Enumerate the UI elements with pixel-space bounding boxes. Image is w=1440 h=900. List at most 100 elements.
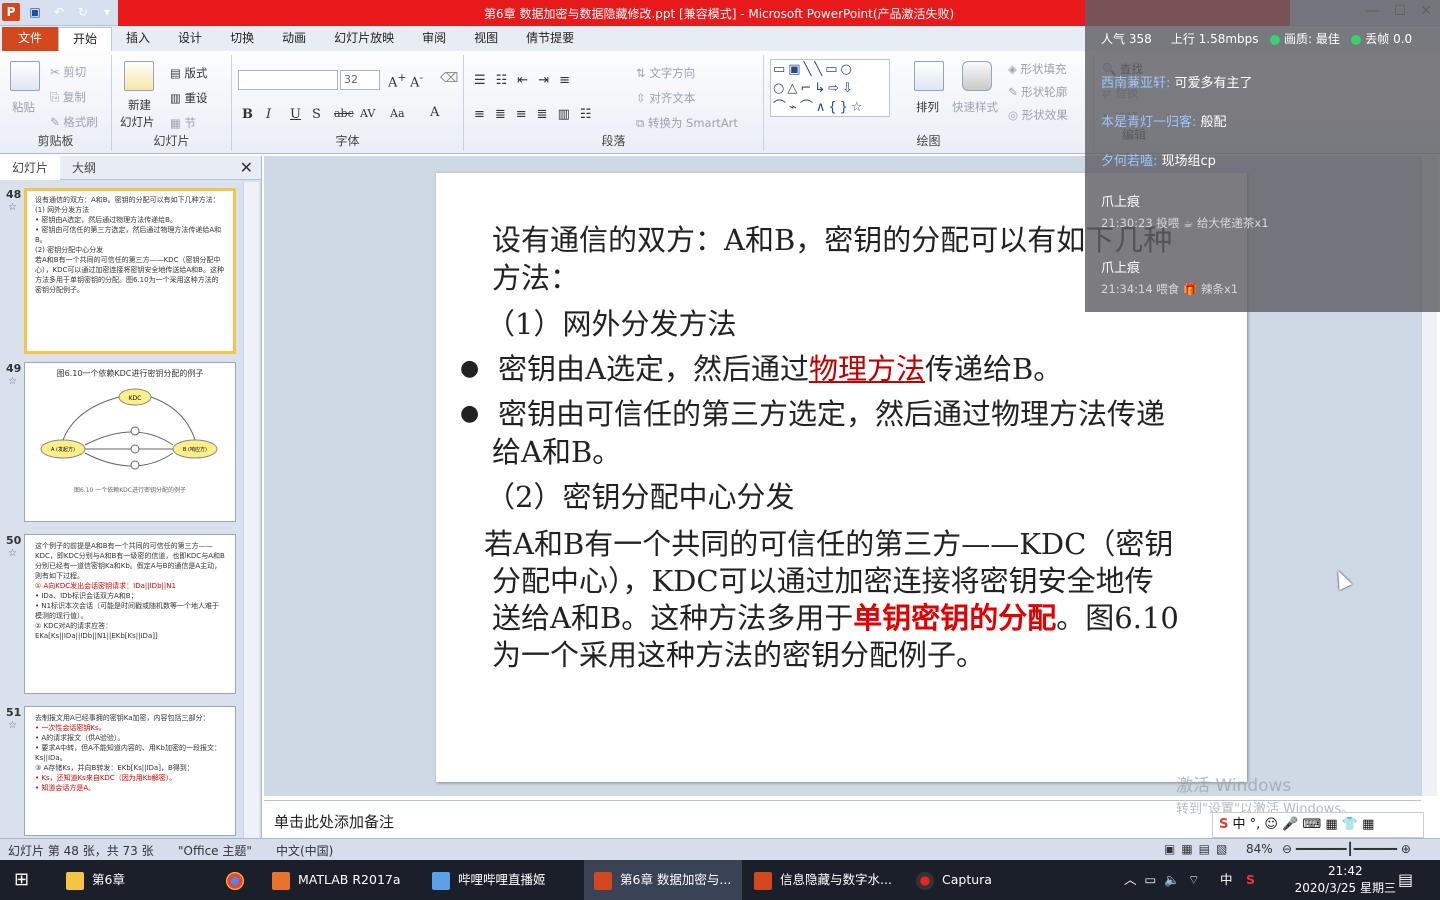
tab-review[interactable]: 审阅: [408, 27, 460, 51]
taskbar-item-ppt-2[interactable]: 信息隐藏与数字水...: [744, 860, 902, 900]
slide-heading-1[interactable]: （1）网外分发方法: [486, 305, 736, 343]
zoom-slider[interactable]: ⊖ ━━━━━━━┃━━━━━━ ⊕: [1282, 842, 1411, 856]
panel-close-icon[interactable]: ✕: [240, 158, 253, 177]
thumbnail-scrollbar[interactable]: [243, 182, 259, 838]
bold-button[interactable]: B: [242, 107, 253, 122]
tab-slideshow[interactable]: 幻灯片放映: [320, 27, 408, 51]
font-size-combo[interactable]: 32: [340, 70, 380, 90]
tray-ime-language[interactable]: 中: [1220, 860, 1233, 900]
smartart-button[interactable]: ⧉ 转换为 SmartArt: [636, 115, 738, 131]
strikethrough-button[interactable]: abc: [334, 107, 354, 120]
tab-view[interactable]: 视图: [460, 27, 512, 51]
cut-button[interactable]: ✂ 剪切: [50, 64, 86, 80]
clear-format-icon[interactable]: ⌫: [440, 71, 458, 86]
thumbnail-slide-48[interactable]: 设有通信的双方：A和B。密钥的分配可以有如下几种方法： (1) 网外分发方法 •…: [24, 188, 236, 354]
slide-text-line[interactable]: 若A和B有一个共同的可信任的第三方——KDC（密钥: [484, 525, 1173, 563]
layout-button[interactable]: ▤ 版式: [170, 65, 208, 81]
system-tray-icons[interactable]: ︿▭🔈⌔: [1124, 860, 1208, 900]
powerpoint-app-icon[interactable]: P: [2, 3, 20, 21]
shrink-font-button[interactable]: A-: [410, 71, 423, 90]
start-button[interactable]: ⊞: [14, 860, 29, 900]
taskbar-clock[interactable]: 21:42 2020/3/25 星期三: [1295, 863, 1396, 897]
theme-status[interactable]: "Office 主题": [178, 842, 252, 859]
slide-text-line[interactable]: 设有通信的双方：A和B，密钥的分配可以有如下几种: [492, 221, 1172, 259]
ime-language[interactable]: 中: [1233, 817, 1246, 832]
font-name-combo[interactable]: [238, 70, 338, 90]
slide-text-line[interactable]: 给A和B。: [492, 433, 621, 471]
taskbar-item-bilibili[interactable]: 哔哩哔哩直播姬: [422, 860, 556, 900]
thumbnail-slide-51[interactable]: 去制报文用A已经事拥的密钥Ka加密，内容包括三部分： • 一次性会话密钥Ks。 …: [24, 706, 236, 836]
thumb-text: • 密钥由可信任的第三方选定，然后通过物理方法传递给A和B。: [35, 226, 222, 244]
tab-transitions[interactable]: 切换: [216, 27, 268, 51]
section-button[interactable]: ▦ 节: [170, 115, 196, 131]
taskbar-item-folder[interactable]: 第6章: [56, 860, 135, 900]
language-status[interactable]: 中文(中国): [276, 842, 333, 859]
taskbar-item-matlab[interactable]: MATLAB R2017a: [262, 860, 411, 900]
sogou-tray-icon[interactable]: S: [1246, 860, 1255, 900]
tab-design[interactable]: 设计: [164, 27, 216, 51]
taskbar-item-chrome[interactable]: [222, 860, 256, 900]
save-icon[interactable]: ▣: [26, 3, 44, 21]
text-direction-button[interactable]: ⇅ 文字方向: [636, 65, 695, 81]
slide-bullet-1[interactable]: 密钥由A选定，然后通过物理方法传递给B。: [498, 350, 1062, 388]
shape-effects-button[interactable]: ◎ 形状效果: [1008, 107, 1068, 123]
shadow-button[interactable]: S: [312, 107, 321, 122]
format-painter-button[interactable]: ✎ 格式刷: [50, 114, 98, 130]
slide-text-line[interactable]: 分配中心），KDC可以通过加密连接将密钥安全地传: [492, 562, 1154, 600]
quick-styles-icon[interactable]: [962, 61, 992, 91]
new-slide-dropdown[interactable]: 幻灯片: [120, 114, 155, 130]
customize-qat-icon[interactable]: ▾: [98, 3, 116, 21]
paste-icon[interactable]: [10, 61, 40, 91]
align-buttons[interactable]: ≡≣≡≣▥☷: [474, 107, 602, 122]
tab-slides[interactable]: 幻灯片: [0, 155, 61, 180]
shapes-gallery[interactable]: ▭▣╲╲▭○ ○△⌐↳⇨⇩ ⌒⌁⌒∧{}☆: [770, 59, 890, 117]
arrange-icon[interactable]: [914, 61, 944, 91]
tab-home[interactable]: 开始: [58, 27, 113, 51]
font-color-button[interactable]: A: [430, 105, 439, 120]
align-text-button[interactable]: ⇳ 对齐文本: [636, 90, 695, 106]
thumbnail-row-48[interactable]: 48 ☆ 设有通信的双方：A和B。密钥的分配可以有如下几种方法： (1) 网外分…: [4, 188, 238, 354]
slide-text-line[interactable]: 送给A和B。这种方法多用于单钥密钥的分配。图6.10: [492, 599, 1179, 637]
tab-animations[interactable]: 动画: [268, 27, 320, 51]
ime-tools-icons[interactable]: °, ☺ 🎤 ⌨ ▦ 👕 ▦: [1250, 817, 1375, 832]
slide-heading-2[interactable]: （2）密钥分配中心分发: [486, 478, 794, 516]
thumb-text: ③ A存储Ks，并向B转发：EKb[Ks||IDa]，B得到：: [35, 764, 194, 772]
thumbnail-slide-50[interactable]: 这个例子的前提是A和B有一个共同的可信任的第三方——KDC，即KDC分别与A和B…: [24, 534, 236, 694]
thumb-title: 图6.10一个依赖KDC进行密钥分配的例子: [56, 369, 204, 378]
list-buttons[interactable]: ☰☷⇤⇥≡: [474, 73, 580, 88]
new-slide-icon[interactable]: [124, 61, 154, 91]
new-slide-button[interactable]: 新建: [128, 97, 151, 113]
thumbnail-slide-49[interactable]: 图6.10一个依赖KDC进行密钥分配的例子 KDC A (发起方) B (响应方…: [24, 362, 236, 522]
taskbar-item-ppt-1[interactable]: 第6章 数据加密与...: [584, 860, 742, 900]
thumbnail-row-49[interactable]: 49 ☆ 图6.10一个依赖KDC进行密钥分配的例子 KDC A (发起方) B…: [4, 362, 238, 522]
shape-outline-button[interactable]: ✎ 形状轮廓: [1008, 84, 1067, 100]
slide-text-line[interactable]: 方法：: [492, 259, 579, 297]
ime-toolbar[interactable]: S 中 °, ☺ 🎤 ⌨ ▦ 👕 ▦: [1212, 812, 1424, 838]
tab-file[interactable]: 文件: [2, 27, 59, 51]
tab-outline[interactable]: 大纲: [60, 156, 108, 180]
physical-method-link[interactable]: 物理方法: [809, 352, 925, 386]
char-spacing-button[interactable]: AV: [360, 107, 375, 120]
underline-button[interactable]: U: [290, 107, 301, 122]
undo-icon[interactable]: ↶: [50, 3, 68, 21]
taskbar-item-captura[interactable]: Captura: [906, 860, 1002, 900]
paste-button[interactable]: 粘贴: [12, 99, 35, 115]
arrange-button[interactable]: 排列: [916, 99, 939, 115]
italic-button[interactable]: I: [266, 107, 271, 122]
shape-fill-button[interactable]: ◈ 形状填充: [1008, 61, 1067, 77]
tab-storyboard[interactable]: 倩节提要: [512, 27, 588, 51]
change-case-button[interactable]: Aa: [390, 107, 405, 120]
thumbnail-row-51[interactable]: 51 ☆ 去制报文用A已经事拥的密钥Ka加密，内容包括三部分： • 一次性会话密…: [4, 706, 238, 836]
grow-font-button[interactable]: A+: [388, 71, 406, 90]
slide-text-line[interactable]: 为一个采用这种方法的密钥分配例子。: [492, 636, 985, 674]
quick-styles-button[interactable]: 快速样式: [952, 99, 998, 115]
reset-button[interactable]: ▥ 重设: [170, 90, 208, 106]
slide-bullet-2[interactable]: 密钥由可信任的第三方选定，然后通过物理方法传递: [498, 395, 1165, 433]
redo-icon[interactable]: ↻: [74, 3, 92, 21]
tab-insert[interactable]: 插入: [112, 27, 164, 51]
zoom-level[interactable]: 84%: [1246, 842, 1273, 856]
view-buttons[interactable]: ▣▦▤▧: [1164, 842, 1233, 856]
notification-icon[interactable]: ▤: [1398, 860, 1413, 900]
thumbnail-row-50[interactable]: 50 ☆ 这个例子的前提是A和B有一个共同的可信任的第三方——KDC，即KDC分…: [4, 534, 238, 694]
copy-button[interactable]: ⎘ 复制: [50, 89, 86, 105]
